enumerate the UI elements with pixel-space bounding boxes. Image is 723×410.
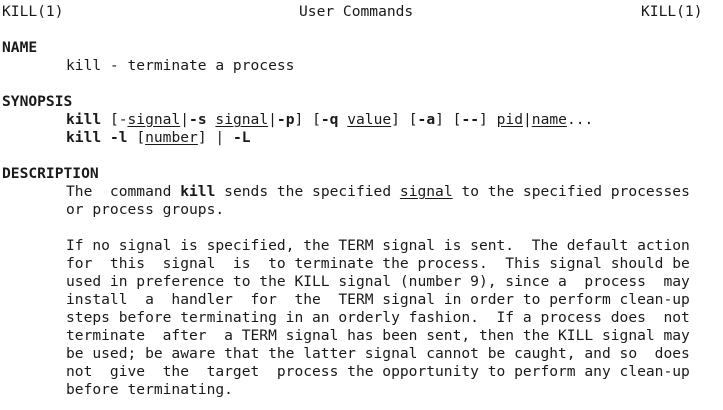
synopsis-text bbox=[101, 129, 110, 146]
synopsis-text: ... bbox=[566, 111, 594, 128]
synopsis-arg-pid: pid bbox=[496, 111, 523, 128]
description-para2-line: be used; be aware that the latter signal… bbox=[66, 345, 690, 362]
header-right: KILL(1) bbox=[641, 3, 703, 20]
synopsis-arg-signal: signal bbox=[215, 111, 269, 128]
synopsis-text: | bbox=[268, 111, 277, 128]
synopsis-text: ] bbox=[479, 111, 497, 128]
synopsis-text: ] [ bbox=[294, 111, 321, 128]
description-para2-line: before terminating. bbox=[66, 381, 233, 398]
synopsis-text: [ bbox=[127, 129, 146, 146]
section-heading-name: NAME bbox=[2, 39, 38, 56]
synopsis-arg-number: number bbox=[145, 129, 198, 146]
synopsis-arg-value: value bbox=[347, 111, 392, 128]
synopsis-flag-q: -q bbox=[320, 111, 339, 128]
synopsis-text: [- bbox=[101, 111, 128, 128]
synopsis-line-1: kill [-signal|-s signal|-p] [-q value] [… bbox=[66, 111, 593, 129]
description-para2-line: install a handler for the TERM signal in… bbox=[66, 291, 690, 308]
synopsis-flag-dashdash: -- bbox=[461, 111, 480, 128]
description-text: to the specified processes bbox=[452, 183, 690, 200]
description-para1-line1: The command kill sends the specified sig… bbox=[66, 183, 690, 201]
description-para2-line: steps before terminating in an orderly f… bbox=[66, 309, 690, 326]
synopsis-text: ] | bbox=[197, 129, 233, 146]
synopsis-flag-L: -L bbox=[232, 129, 251, 146]
synopsis-text: | bbox=[522, 111, 532, 128]
section-heading-synopsis: SYNOPSIS bbox=[2, 93, 73, 110]
description-text: The command bbox=[66, 183, 181, 200]
terminal-man-page[interactable]: KILL(1) User Commands KILL(1) NAME kill … bbox=[0, 0, 723, 410]
section-heading-description: DESCRIPTION bbox=[2, 165, 99, 182]
description-para2-line: used in preference to the KILL signal (n… bbox=[66, 273, 690, 290]
synopsis-flag-a: -a bbox=[417, 111, 436, 128]
synopsis-text: ] [ bbox=[391, 111, 418, 128]
header-center: User Commands bbox=[299, 3, 414, 20]
synopsis-arg-name: name bbox=[531, 111, 567, 128]
header-left: KILL(1) bbox=[2, 3, 64, 20]
synopsis-line-2: kill -l [number] | -L bbox=[66, 129, 251, 147]
name-text: kill - terminate a process bbox=[66, 57, 295, 74]
synopsis-text: | bbox=[180, 111, 190, 128]
synopsis-text: ] [ bbox=[435, 111, 462, 128]
description-para2-line: for this signal is to terminate the proc… bbox=[66, 255, 690, 272]
description-text: sends the specified bbox=[215, 183, 400, 200]
synopsis-arg-signal: signal bbox=[127, 111, 181, 128]
description-para2-line: If no signal is specified, the TERM sign… bbox=[66, 237, 690, 254]
synopsis-cmd: kill bbox=[66, 129, 102, 146]
description-para2-line: not give the target process the opportun… bbox=[66, 363, 690, 380]
synopsis-flag-l: -l bbox=[109, 129, 128, 146]
synopsis-text bbox=[338, 111, 347, 128]
description-arg-signal: signal bbox=[399, 183, 453, 200]
description-para2-line: terminate after a TERM signal has been s… bbox=[66, 327, 690, 344]
description-cmd-kill: kill bbox=[180, 183, 216, 200]
synopsis-cmd: kill bbox=[66, 111, 102, 128]
synopsis-flag-p: -p bbox=[276, 111, 295, 128]
description-para1-line2: or process groups. bbox=[66, 201, 225, 218]
synopsis-flag-s: -s bbox=[189, 111, 207, 128]
